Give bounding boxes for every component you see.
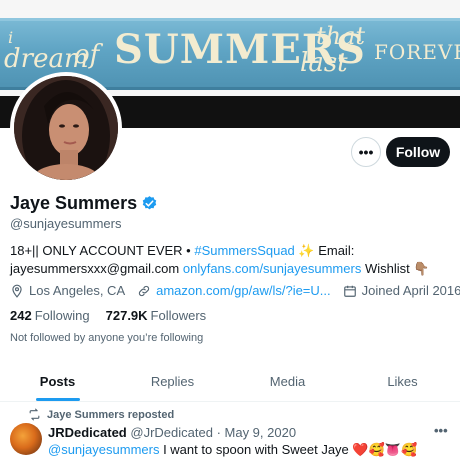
banner-text-of: of <box>74 40 100 70</box>
repost-label[interactable]: Jaye Summers reposted <box>47 409 174 421</box>
calendar-icon <box>343 285 356 297</box>
banner-text-last: last <box>300 48 348 78</box>
repost-indicator: Jaye Summers reposted <box>28 408 174 421</box>
profile-location: Los Angeles, CA <box>10 283 125 298</box>
bio-text: ✨ Email: <box>294 243 355 258</box>
followers-count: 727.9K <box>105 308 148 323</box>
banner-text-forever: FOREVER <box>374 40 460 64</box>
follow-button[interactable]: Follow <box>386 137 450 167</box>
location-text: Los Angeles, CA <box>29 283 126 298</box>
profile-tabs: Posts Replies Media Likes <box>0 362 460 402</box>
profile-handle: @sunjayesummers <box>10 216 122 231</box>
tweet-text: @sunjayesummers I want to spoon with Swe… <box>48 442 417 458</box>
follow-counts: 242 Following 727.9K Followers <box>10 308 222 323</box>
followers-count-link[interactable]: 727.9K Followers <box>106 308 207 323</box>
tweet-text-body: I want to spoon with Sweet Jaye ❤️🥰👅🥰 <box>159 442 418 457</box>
profile-website[interactable]: amazon.com/gp/aw/ls/?ie=U... <box>137 283 331 298</box>
tweet-mention-link[interactable]: @sunjayesummers <box>48 442 159 457</box>
profile-joined: Joined April 2016 <box>343 283 460 298</box>
not-followed-notice: Not followed by anyone you’re following <box>10 332 204 344</box>
location-pin-icon <box>12 284 22 298</box>
profile-avatar[interactable] <box>10 72 122 184</box>
bio-email: jayesummersxxx@gmail.com <box>10 261 180 276</box>
profile-bio: 18+|| ONLY ACCOUNT EVER • #SummersSquad … <box>10 242 450 278</box>
repost-icon <box>29 408 40 421</box>
joined-text: Joined April 2016 <box>361 283 460 298</box>
banner-text-that: that <box>316 22 366 50</box>
bio-text: Wishlist 👇🏽 <box>361 261 430 276</box>
bio-hashtag-link[interactable]: #SummersSquad <box>194 243 294 258</box>
following-count-link[interactable]: 242 Following <box>10 308 90 323</box>
tab-posts[interactable]: Posts <box>0 362 115 401</box>
tab-media[interactable]: Media <box>230 362 345 401</box>
tweet-author-handle[interactable]: @JrDedicated <box>130 425 213 440</box>
more-options-button[interactable]: ••• <box>351 137 381 167</box>
tab-likes[interactable]: Likes <box>345 362 460 401</box>
profile-name: Jaye Summers <box>10 193 138 213</box>
bio-website-link[interactable]: onlyfans.com/sunjayesummers <box>183 261 361 276</box>
website-link[interactable]: amazon.com/gp/aw/ls/?ie=U... <box>156 283 331 298</box>
tweet-header: JRDedicated @JrDedicated · May 9, 2020 <box>48 425 296 440</box>
verified-badge-icon[interactable] <box>141 195 158 212</box>
profile-name-row: Jaye Summers <box>10 193 158 214</box>
tweet-author-avatar[interactable] <box>10 423 42 455</box>
tab-replies[interactable]: Replies <box>115 362 230 401</box>
tweet-author-name[interactable]: JRDedicated <box>48 425 127 440</box>
following-count: 242 <box>10 308 32 323</box>
bio-text: 18+|| ONLY ACCOUNT EVER • <box>10 243 195 258</box>
tweet-date[interactable]: · May 9, 2020 <box>213 425 297 440</box>
link-icon <box>139 285 150 296</box>
followers-label: Followers <box>150 308 207 323</box>
tweet-more-button[interactable]: ••• <box>434 423 448 438</box>
following-label: Following <box>34 308 90 323</box>
avatar-image <box>14 76 118 180</box>
profile-meta: Los Angeles, CA amazon.com/gp/aw/ls/?ie=… <box>10 283 460 298</box>
